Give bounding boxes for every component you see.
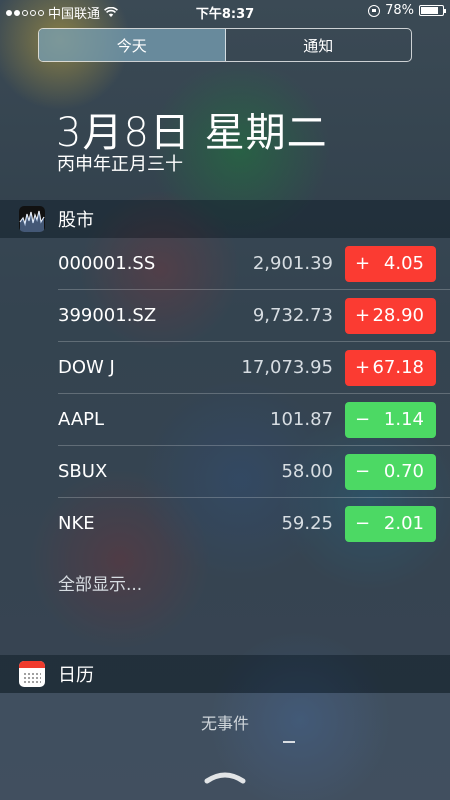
scroll-indicator — [0, 741, 450, 744]
stock-symbol: DOW J — [58, 357, 115, 378]
status-right: 78% — [368, 3, 446, 18]
stock-change-badge[interactable]: − 1.14 — [345, 402, 436, 438]
stock-row[interactable]: 000001.SS 2,901.39 + 4.05 — [58, 238, 450, 290]
battery-percent: 78% — [385, 3, 414, 18]
change-sign: − — [355, 461, 371, 482]
today-notifications-segmented-control: 今天 通知 — [38, 28, 412, 62]
calendar-widget-header[interactable]: 日历 — [0, 655, 450, 693]
lunar-date: 丙申年正月三十 — [57, 154, 183, 175]
stock-price: 101.87 — [270, 409, 333, 430]
stocks-widget-header[interactable]: 股市 — [0, 200, 450, 238]
stocks-widget-body: 000001.SS 2,901.39 + 4.05 399001.SZ 9,73… — [0, 238, 450, 655]
chevron-up-icon[interactable] — [204, 768, 246, 784]
stock-change-badge[interactable]: − 0.70 — [345, 454, 436, 490]
change-value: 4.05 — [383, 253, 424, 274]
stock-row[interactable]: NKE 59.25 − 2.01 — [58, 498, 450, 550]
stock-row[interactable]: DOW J 17,073.95 + 67.18 — [58, 342, 450, 394]
change-value: 28.90 — [372, 305, 424, 326]
status-bar: 中国联通 下午8:37 78% — [0, 0, 450, 22]
calendar-icon — [19, 661, 45, 687]
change-sign: + — [355, 305, 371, 326]
change-sign: + — [355, 357, 371, 378]
change-value: 0.70 — [383, 461, 424, 482]
stock-symbol: NKE — [58, 513, 95, 534]
stocks-widget-title: 股市 — [58, 210, 94, 231]
stock-change-badge[interactable]: + 67.18 — [345, 350, 436, 386]
change-value: 2.01 — [383, 513, 424, 534]
stock-price: 58.00 — [281, 461, 333, 482]
tab-notifications[interactable]: 通知 — [226, 29, 412, 61]
stock-row[interactable]: 399001.SZ 9,732.73 + 28.90 — [58, 290, 450, 342]
show-all-link[interactable]: 全部显示... — [58, 570, 142, 595]
change-value: 1.14 — [383, 409, 424, 430]
stock-price: 59.25 — [281, 513, 333, 534]
stock-symbol: SBUX — [58, 461, 108, 482]
tab-today[interactable]: 今天 — [39, 29, 226, 61]
stock-symbol: 000001.SS — [58, 253, 156, 274]
change-sign: + — [355, 253, 371, 274]
stock-price: 2,901.39 — [252, 253, 333, 274]
stock-row[interactable]: SBUX 58.00 − 0.70 — [58, 446, 450, 498]
stock-price: 17,073.95 — [241, 357, 333, 378]
calendar-widget-title: 日历 — [58, 665, 94, 686]
battery-icon — [419, 5, 446, 16]
change-sign: − — [355, 409, 371, 430]
change-value: 67.18 — [372, 357, 424, 378]
orientation-lock-icon — [368, 4, 381, 17]
stock-symbol: AAPL — [58, 409, 105, 430]
stock-price: 9,732.73 — [252, 305, 333, 326]
stocks-icon — [19, 206, 45, 232]
stock-symbol: 399001.SZ — [58, 305, 157, 326]
stock-change-badge[interactable]: − 2.01 — [345, 506, 436, 542]
no-events-label: 无事件 — [200, 714, 249, 733]
change-sign: − — [355, 513, 371, 534]
stock-row[interactable]: AAPL 101.87 − 1.14 — [58, 394, 450, 446]
stock-change-badge[interactable]: + 4.05 — [345, 246, 436, 282]
stock-change-badge[interactable]: + 28.90 — [345, 298, 436, 334]
